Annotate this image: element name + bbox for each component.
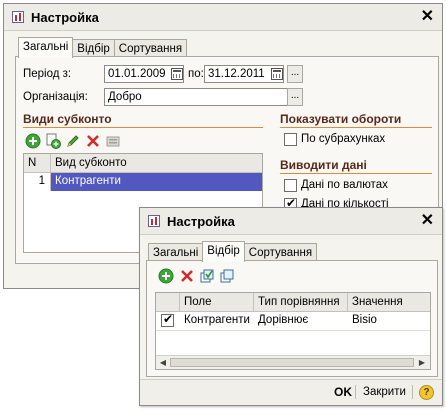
scroll-thumb[interactable] bbox=[170, 358, 414, 367]
by-currency-label: Дані по валютах bbox=[301, 179, 388, 191]
row-comparison-cell[interactable]: Дорівнює bbox=[254, 312, 348, 330]
period-label: Період з: bbox=[23, 68, 72, 80]
table-row[interactable]: 1 Контрагенти bbox=[24, 173, 262, 191]
column-header-field[interactable]: Поле bbox=[180, 293, 254, 312]
row-field-cell[interactable]: Контрагенти bbox=[180, 312, 254, 330]
separator bbox=[412, 385, 413, 399]
by-subaccounts-checkbox[interactable] bbox=[284, 133, 297, 146]
output-section-title: Виводити дані bbox=[280, 158, 367, 172]
window-title: Настройка bbox=[167, 213, 235, 229]
row-value-cell[interactable]: Bisio bbox=[348, 312, 430, 330]
separator bbox=[355, 385, 356, 399]
window-title: Настройка bbox=[31, 9, 99, 25]
add-icon[interactable] bbox=[158, 268, 174, 284]
close-icon[interactable]: ✕ bbox=[421, 213, 434, 229]
title-bar: Настройка ✕ bbox=[4, 4, 442, 31]
tab-general[interactable]: Загальні bbox=[18, 37, 74, 58]
column-header-value[interactable]: Значення bbox=[348, 293, 430, 312]
check-all-icon[interactable] bbox=[200, 268, 216, 284]
settings-window-front: Настройка ✕ Загальні Відбір Сортування П… bbox=[139, 207, 443, 406]
organization-field[interactable]: Добро bbox=[104, 88, 290, 106]
close-icon[interactable]: ✕ bbox=[421, 9, 434, 25]
turnover-section-title: Показувати обороти bbox=[280, 112, 402, 126]
button-bar: OK Закрити ? bbox=[140, 379, 442, 405]
copy-icon[interactable] bbox=[45, 133, 61, 149]
period-select-button[interactable]: ... bbox=[287, 65, 303, 83]
report-icon bbox=[148, 215, 160, 227]
column-header-kind[interactable]: Вид субконто bbox=[51, 154, 262, 173]
edit-pencil-icon[interactable] bbox=[65, 133, 81, 149]
delete-icon[interactable] bbox=[179, 268, 195, 284]
column-header-n[interactable]: N bbox=[24, 154, 51, 173]
table-row[interactable]: Контрагенти Дорівнює Bisio bbox=[156, 312, 430, 331]
section-divider bbox=[280, 173, 432, 174]
calendar-icon[interactable] bbox=[271, 68, 283, 80]
filter-grid: Поле Тип порівняння Значення Контрагенти… bbox=[155, 292, 431, 370]
report-icon bbox=[12, 11, 24, 23]
section-divider bbox=[23, 127, 263, 128]
tab-filter[interactable]: Відбір bbox=[202, 241, 245, 262]
scroll-right-icon[interactable]: ▶ bbox=[416, 357, 428, 368]
column-header-check[interactable] bbox=[156, 293, 180, 312]
end-edit-icon[interactable] bbox=[105, 133, 121, 149]
organization-label: Організація: bbox=[23, 91, 88, 103]
calendar-icon[interactable] bbox=[171, 68, 183, 80]
close-button[interactable]: Закрити bbox=[363, 386, 406, 398]
uncheck-all-icon[interactable] bbox=[220, 268, 236, 284]
row-number: 1 bbox=[24, 173, 51, 191]
title-bar: Настройка ✕ bbox=[140, 208, 442, 235]
row-kind-cell[interactable]: Контрагенти bbox=[51, 173, 262, 191]
tab-pane-filter: Поле Тип порівняння Значення Контрагенти… bbox=[146, 260, 438, 377]
delete-icon[interactable] bbox=[85, 133, 101, 149]
row-use-checkbox[interactable] bbox=[161, 312, 174, 327]
help-icon[interactable]: ? bbox=[419, 385, 434, 400]
section-divider bbox=[280, 127, 432, 128]
add-icon[interactable] bbox=[25, 133, 41, 149]
period-to-label: по: bbox=[188, 68, 204, 80]
organization-select-button[interactable]: ... bbox=[287, 88, 303, 106]
horizontal-scrollbar[interactable]: ◀ ▶ bbox=[156, 355, 430, 369]
subconto-section-title: Види субконто bbox=[23, 112, 112, 126]
scroll-left-icon[interactable]: ◀ bbox=[157, 357, 169, 368]
by-subaccounts-label: По субрахунках bbox=[301, 133, 386, 145]
ok-button[interactable]: OK bbox=[334, 385, 352, 399]
by-currency-checkbox[interactable] bbox=[284, 179, 297, 192]
column-header-comparison[interactable]: Тип порівняння bbox=[254, 293, 348, 312]
